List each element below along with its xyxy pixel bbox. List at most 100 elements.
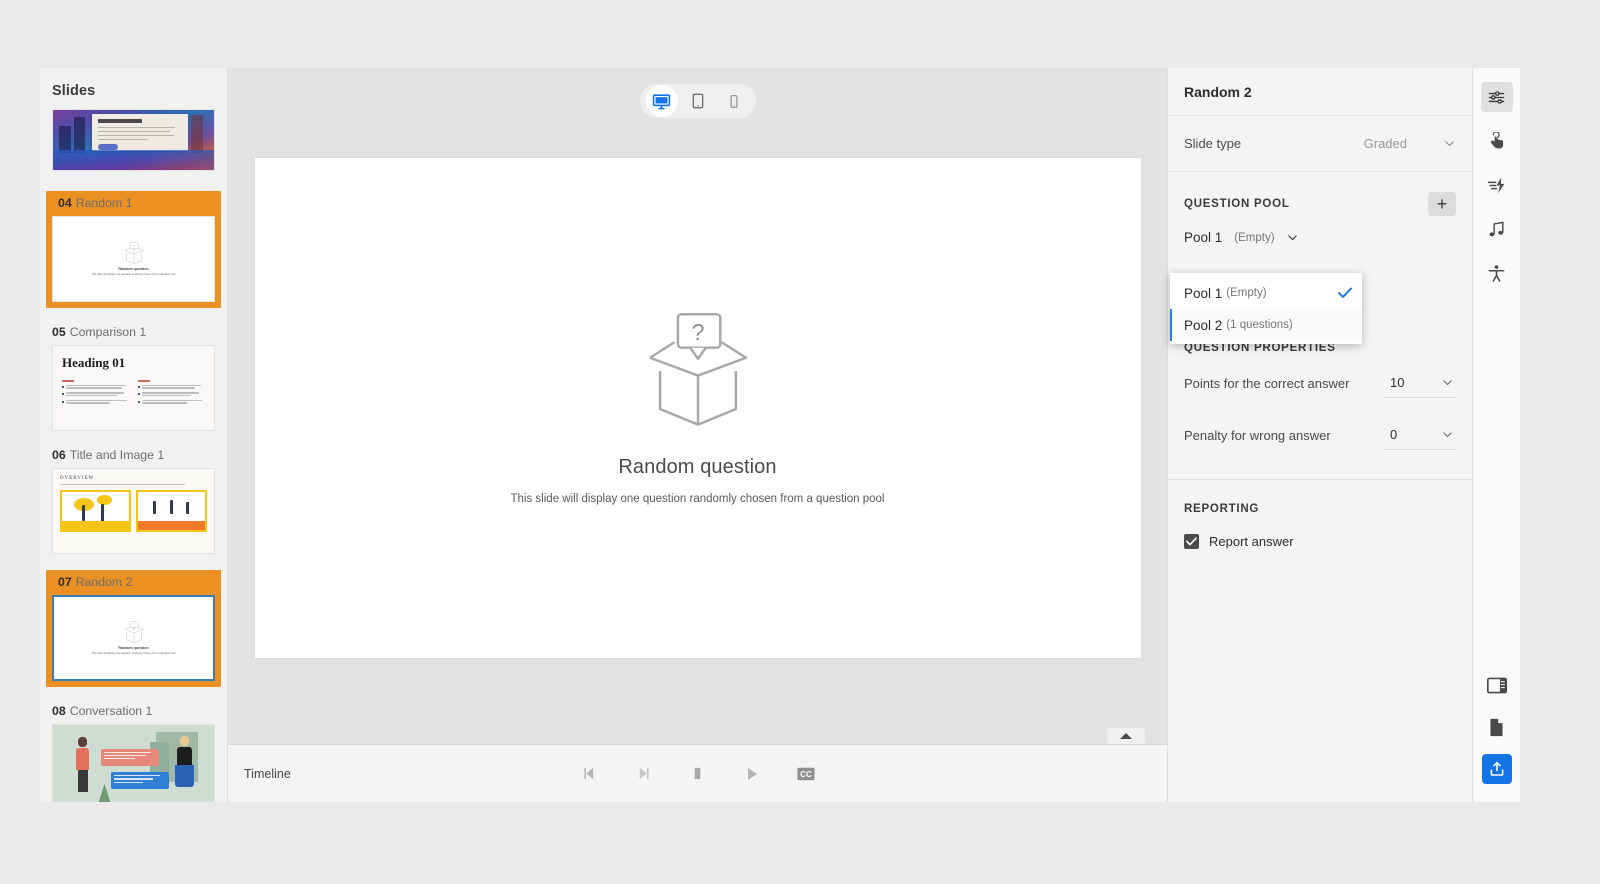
chevron-down-icon [1441, 376, 1454, 389]
slide-name: Comparison 1 [69, 325, 147, 339]
slide-type-row[interactable]: Slide type Graded [1168, 116, 1472, 172]
reporting-section-label: REPORTING [1184, 503, 1260, 515]
timeline-next-frame-button[interactable] [633, 763, 655, 785]
penalty-wrong-answer-row: Penalty for wrong answer 0 [1168, 413, 1472, 457]
slide-thumbnail-image: ? Random question This slide will displa… [52, 216, 215, 302]
slide-number: 05 [52, 325, 66, 339]
slide-label-08: 08 Conversation 1 [52, 703, 215, 724]
chevron-down-icon[interactable] [1443, 137, 1456, 150]
rail-interactions-button[interactable] [1481, 126, 1513, 156]
slide-mini-heading: Heading 01 [62, 355, 126, 370]
points-correct-answer-select[interactable]: 10 [1384, 368, 1456, 398]
slide-thumbnail-item[interactable] [40, 109, 227, 191]
slide-mini-title: Random question [118, 267, 149, 272]
slide-thumbnail-item-07[interactable]: 07 Random 2 ? Random question This slide… [46, 570, 221, 687]
rail-assets-button[interactable] [1481, 712, 1513, 742]
device-tablet-button[interactable] [682, 85, 714, 117]
slide-number: 08 [52, 704, 66, 718]
question-pool-dropdown-trigger[interactable]: Pool 1 (Empty) [1168, 220, 1472, 261]
accessibility-person-icon [1488, 264, 1505, 282]
question-pool-dropdown-menu[interactable]: Pool 1 (Empty) Pool 2 (1 questions) [1170, 273, 1362, 344]
rail-audio-button[interactable] [1481, 214, 1513, 244]
open-box-question-icon: ? [631, 312, 765, 428]
penalty-wrong-answer-value: 0 [1390, 427, 1398, 442]
play-icon [747, 767, 757, 780]
timeline-stop-button[interactable] [687, 763, 709, 785]
timeline-controls: CC [579, 763, 817, 785]
device-toggle-group [639, 84, 756, 118]
checkmark-icon [1186, 537, 1197, 546]
timeline-collapse-button[interactable] [1107, 728, 1145, 744]
slides-panel-title: Slides [52, 83, 96, 99]
dropdown-option-count: (Empty) [1226, 287, 1267, 299]
svg-text:?: ? [691, 319, 704, 345]
music-note-icon [1489, 221, 1504, 236]
slide-name: Conversation 1 [69, 704, 153, 718]
add-question-pool-button[interactable]: + [1428, 192, 1456, 216]
mobile-phone-icon [730, 94, 737, 108]
slide-thumbnail-item-06[interactable]: 06 Title and Image 1 OVERVIEW [40, 447, 227, 570]
slide-mini-subtitle: This slide will display one question ran… [91, 651, 176, 655]
question-pool-section-label: QUESTION POOL [1184, 198, 1290, 210]
right-icon-rail [1472, 68, 1520, 802]
open-box-question-icon: ? [121, 242, 147, 265]
dropdown-option-pool-2[interactable]: Pool 2 (1 questions) [1170, 309, 1362, 341]
hand-click-icon [1490, 131, 1504, 149]
cc-icon: CC [796, 767, 815, 780]
slide-thumbnail-item-05[interactable]: 05 Comparison 1 Heading 01 [40, 324, 227, 447]
tablet-icon [692, 93, 703, 109]
publish-upload-icon [1490, 761, 1503, 776]
stage-area: ? Random question This slide will displa… [228, 68, 1167, 802]
slides-panel: Slides 04 Random 1 ? Random question Thi… [40, 68, 228, 802]
slide-canvas-area: ? Random question This slide will displa… [228, 134, 1167, 744]
slide-canvas[interactable]: ? Random question This slide will displa… [254, 158, 1141, 658]
selected-pool-name: Pool 1 [1184, 230, 1223, 245]
svg-text:?: ? [132, 244, 135, 249]
checkmark-icon [1338, 287, 1352, 299]
properties-panel-title: Random 2 [1168, 68, 1472, 116]
slide-thumbnail-image [52, 724, 215, 802]
rail-animations-button[interactable] [1481, 170, 1513, 200]
rail-layout-button[interactable] [1481, 670, 1513, 700]
dropdown-option-count: (1 questions) [1226, 319, 1293, 331]
slide-list: 04 Random 1 ? Random question This slide… [40, 109, 227, 802]
slide-number: 06 [52, 448, 66, 462]
question-pool-section-header: QUESTION POOL + [1168, 172, 1472, 220]
rail-publish-button[interactable] [1481, 754, 1512, 784]
report-answer-label: Report answer [1209, 534, 1294, 549]
penalty-wrong-answer-select[interactable]: 0 [1384, 420, 1456, 450]
desktop-monitor-icon [652, 93, 671, 109]
points-correct-answer-row: Points for the correct answer 10 [1168, 361, 1472, 405]
properties-panel: Random 2 Slide type Graded QUESTION POOL… [1167, 68, 1472, 802]
timeline-play-button[interactable] [741, 763, 763, 785]
reporting-section-header: REPORTING [1168, 480, 1472, 522]
report-answer-checkbox-row[interactable]: Report answer [1168, 522, 1472, 549]
canvas-title: Random question [618, 455, 777, 478]
slide-thumbnail-image: OVERVIEW [52, 468, 215, 554]
slide-label-04: 04 Random 1 [52, 195, 215, 216]
slide-thumbnail-item-04[interactable]: 04 Random 1 ? Random question This slide… [46, 191, 221, 308]
slide-type-value: Graded [1363, 136, 1407, 151]
rail-accessibility-button[interactable] [1481, 258, 1513, 288]
dropdown-option-name: Pool 1 [1184, 285, 1223, 301]
rail-properties-button[interactable] [1480, 82, 1513, 112]
rail-bottom-group [1481, 670, 1513, 802]
stop-icon [694, 767, 701, 780]
dropdown-option-pool-1[interactable]: Pool 1 (Empty) [1170, 277, 1362, 309]
rail-top-group [1480, 68, 1513, 288]
report-answer-checkbox[interactable] [1184, 534, 1199, 549]
panel-layout-icon [1486, 677, 1507, 693]
slide-name: Title and Image 1 [69, 448, 165, 462]
device-desktop-button[interactable] [645, 85, 678, 117]
timeline-previous-frame-button[interactable] [579, 763, 601, 785]
slide-mini-overview: OVERVIEW [60, 476, 95, 481]
selected-pool-count: (Empty) [1234, 231, 1275, 244]
timeline-bar: Timeline CC [228, 744, 1167, 802]
lightning-motion-icon [1487, 177, 1505, 193]
step-forward-icon [639, 767, 649, 780]
slide-thumbnail-item-08[interactable]: 08 Conversation 1 [40, 703, 227, 802]
device-mobile-button[interactable] [718, 85, 750, 117]
chevron-down-icon[interactable] [1286, 231, 1299, 244]
timeline-closed-captions-button[interactable]: CC [795, 763, 817, 785]
slide-thumbnail-image: Heading 01 [52, 345, 215, 431]
